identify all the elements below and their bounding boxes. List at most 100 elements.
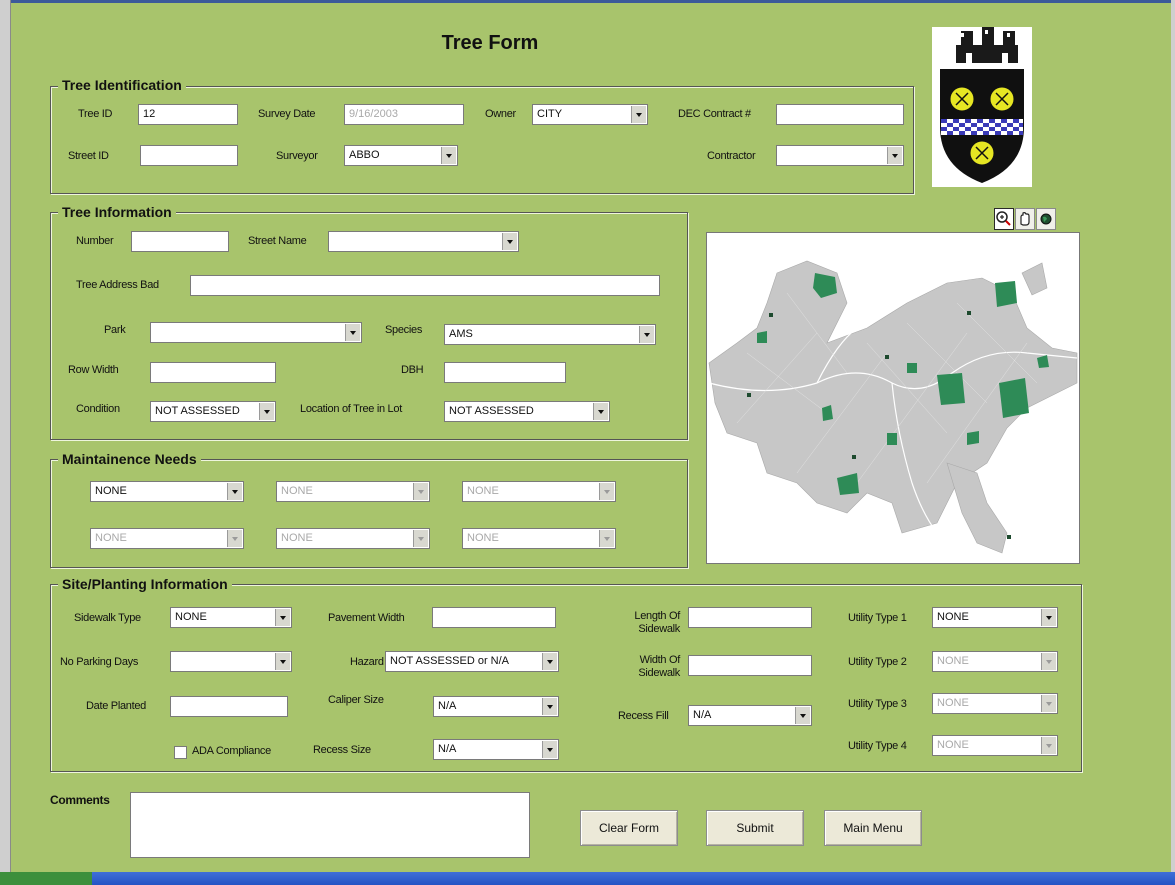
ada-compliance-checkbox[interactable] [174, 746, 187, 759]
maintenance-need-1-dropdown[interactable]: NONE [90, 481, 244, 502]
utility-type-1-label: Utility Type 1 [848, 612, 907, 624]
no-parking-days-dropdown[interactable] [170, 651, 292, 672]
chevron-down-icon[interactable] [599, 483, 614, 500]
maintenance-need-6-dropdown[interactable]: NONE [462, 528, 616, 549]
chevron-down-icon[interactable] [1041, 653, 1056, 670]
species-value: AMS [449, 328, 473, 340]
length-sidewalk-label-line-1: Length Of [634, 610, 680, 622]
condition-label: Condition [76, 403, 120, 415]
length-sidewalk-field[interactable] [688, 607, 812, 628]
chevron-down-icon[interactable] [345, 324, 360, 341]
survey-date-field[interactable]: 9/16/2003 [344, 104, 464, 125]
caliper-size-value: N/A [438, 700, 457, 712]
street-id-field[interactable] [140, 145, 238, 166]
maintenance-needs-group [50, 459, 688, 568]
maintenance-need-5-dropdown[interactable]: NONE [276, 528, 430, 549]
utility-type-3-value: NONE [937, 697, 969, 709]
chevron-down-icon[interactable] [631, 106, 646, 123]
chevron-down-icon[interactable] [227, 483, 242, 500]
chevron-down-icon[interactable] [599, 530, 614, 547]
start-button[interactable] [0, 872, 92, 885]
maintenance-need-2-dropdown[interactable]: NONE [276, 481, 430, 502]
width-sidewalk-label: Width Of Sidewalk [600, 654, 680, 680]
zoom-in-icon[interactable] [994, 208, 1014, 230]
chevron-down-icon[interactable] [1041, 695, 1056, 712]
caliper-size-dropdown[interactable]: N/A [433, 696, 559, 717]
surveyor-dropdown[interactable]: ABBO [344, 145, 458, 166]
chevron-down-icon[interactable] [275, 653, 290, 670]
street-id-label: Street ID [68, 150, 109, 162]
city-crest-logo [932, 27, 1032, 187]
recess-fill-dropdown[interactable]: N/A [688, 705, 812, 726]
maintenance-need-4-dropdown[interactable]: NONE [90, 528, 244, 549]
chevron-down-icon[interactable] [593, 403, 608, 420]
owner-dropdown[interactable]: CITY [532, 104, 648, 125]
dec-contract-label: DEC Contract # [678, 108, 751, 120]
species-dropdown[interactable]: AMS [444, 324, 656, 345]
utility-type-4-value: NONE [937, 739, 969, 751]
owner-label: Owner [485, 108, 516, 120]
location-dropdown[interactable]: NOT ASSESSED [444, 401, 610, 422]
utility-type-2-label: Utility Type 2 [848, 656, 907, 668]
chevron-down-icon[interactable] [441, 147, 456, 164]
utility-type-2-dropdown[interactable]: NONE [932, 651, 1058, 672]
pan-hand-icon[interactable] [1015, 208, 1035, 230]
chevron-down-icon[interactable] [1041, 737, 1056, 754]
chevron-down-icon[interactable] [413, 530, 428, 547]
submit-button[interactable]: Submit [706, 810, 804, 846]
date-planted-field[interactable] [170, 696, 288, 717]
city-tree-map[interactable] [706, 232, 1080, 564]
maintenance-need-2-value: NONE [281, 485, 313, 497]
globe-icon[interactable] [1036, 208, 1056, 230]
utility-type-2-value: NONE [937, 655, 969, 667]
recess-size-dropdown[interactable]: N/A [433, 739, 559, 760]
chevron-down-icon[interactable] [542, 653, 557, 670]
row-width-label: Row Width [68, 364, 119, 376]
chevron-down-icon[interactable] [639, 326, 654, 343]
chevron-down-icon[interactable] [227, 530, 242, 547]
width-sidewalk-label-line-1: Width Of [639, 654, 681, 666]
maintenance-need-4-value: NONE [95, 532, 127, 544]
address-bad-field[interactable] [190, 275, 660, 296]
recess-fill-label: Recess Fill [618, 710, 669, 722]
window-top-edge [0, 0, 1175, 3]
address-bad-label: Tree Address Bad [76, 279, 159, 291]
chevron-down-icon[interactable] [1041, 609, 1056, 626]
utility-type-4-dropdown[interactable]: NONE [932, 735, 1058, 756]
survey-date-label: Survey Date [258, 108, 316, 120]
chevron-down-icon[interactable] [413, 483, 428, 500]
utility-type-3-dropdown[interactable]: NONE [932, 693, 1058, 714]
clear-form-button[interactable]: Clear Form [580, 810, 678, 846]
row-width-field[interactable] [150, 362, 276, 383]
chevron-down-icon[interactable] [795, 707, 810, 724]
caliper-size-label: Caliper Size [328, 694, 384, 706]
chevron-down-icon[interactable] [542, 741, 557, 758]
hazard-dropdown[interactable]: NOT ASSESSED or N/A [385, 651, 559, 672]
chevron-down-icon[interactable] [275, 609, 290, 626]
tree-id-field[interactable]: 12 [138, 104, 238, 125]
comments-textarea[interactable] [130, 792, 530, 858]
condition-dropdown[interactable]: NOT ASSESSED [150, 401, 276, 422]
width-sidewalk-field[interactable] [688, 655, 812, 676]
tree-identification-legend: Tree Identification [58, 77, 186, 93]
chevron-down-icon[interactable] [887, 147, 902, 164]
dbh-field[interactable] [444, 362, 566, 383]
street-name-dropdown[interactable] [328, 231, 519, 252]
dec-contract-field[interactable] [776, 104, 904, 125]
sidewalk-type-dropdown[interactable]: NONE [170, 607, 292, 628]
width-sidewalk-label-line-2: Sidewalk [638, 667, 680, 679]
chevron-down-icon[interactable] [502, 233, 517, 250]
dbh-label: DBH [401, 364, 424, 376]
maintenance-need-3-value: NONE [467, 485, 499, 497]
pavement-width-field[interactable] [432, 607, 556, 628]
contractor-dropdown[interactable] [776, 145, 904, 166]
park-dropdown[interactable] [150, 322, 362, 343]
number-field[interactable] [131, 231, 229, 252]
chevron-down-icon[interactable] [259, 403, 274, 420]
main-menu-button[interactable]: Main Menu [824, 810, 922, 846]
maintenance-need-3-dropdown[interactable]: NONE [462, 481, 616, 502]
chevron-down-icon[interactable] [542, 698, 557, 715]
utility-type-1-dropdown[interactable]: NONE [932, 607, 1058, 628]
maintenance-need-1-value: NONE [95, 485, 127, 497]
no-parking-days-label: No Parking Days [60, 656, 139, 668]
